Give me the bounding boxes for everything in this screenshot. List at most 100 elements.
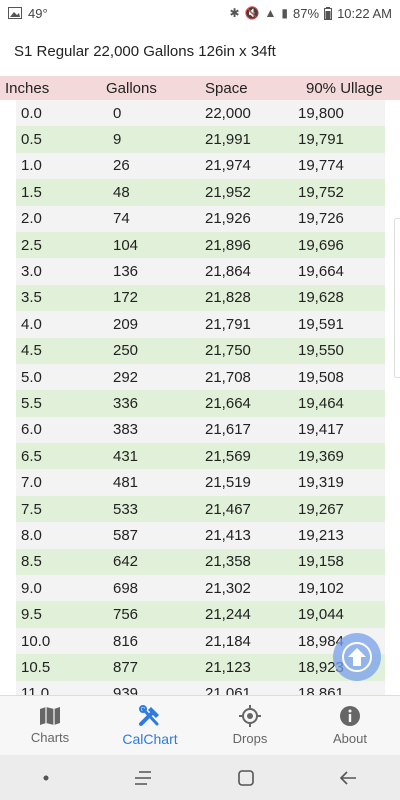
cell-gallons: 104 (113, 236, 139, 254)
bluetooth-icon: ✱ (229, 6, 240, 20)
cell-space: 21,974 (205, 157, 251, 175)
cell-space: 21,896 (205, 236, 251, 254)
dot-icon[interactable] (42, 774, 50, 782)
cell-inches: 2.0 (21, 210, 42, 228)
tab-about-label: About (333, 731, 367, 746)
tab-calchart[interactable]: CalChart (100, 696, 200, 755)
table-row: 3.5 172 21,828 19,628 (16, 284, 385, 312)
home-icon[interactable] (237, 769, 255, 787)
cell-gallons: 9 (113, 131, 122, 149)
cell-inches: 1.0 (21, 157, 42, 175)
page-title-bar: S1 Regular 22,000 Gallons 126in x 34ft (0, 26, 400, 76)
cell-space: 21,413 (205, 526, 251, 544)
cell-gallons: 336 (113, 394, 139, 412)
cell-ullage: 19,102 (298, 579, 344, 597)
cell-ullage: 19,213 (298, 526, 344, 544)
cell-inches: 7.5 (21, 500, 42, 518)
table-row: 9.0 698 21,302 19,102 (16, 575, 385, 602)
cell-space: 21,569 (205, 447, 251, 465)
table-row: 5.0 292 21,708 19,508 (16, 363, 385, 391)
cell-gallons: 250 (113, 342, 139, 360)
calibration-table[interactable]: 0.0 0 22,000 19,800 0.5 9 21,991 19,791 1.0 26 21,… (16, 100, 385, 695)
table-row: 1.5 48 21,952 19,752 (16, 179, 385, 206)
cell-ullage: 19,664 (298, 263, 344, 281)
table-row: 8.0 587 21,413 19,213 (16, 522, 385, 549)
cell-ullage: 19,267 (298, 500, 344, 518)
system-nav-bar (0, 755, 400, 800)
tab-calchart-label: CalChart (122, 730, 178, 747)
cell-gallons: 939 (113, 685, 139, 695)
crosshair-icon (239, 705, 261, 727)
cell-space: 21,467 (205, 500, 251, 518)
cell-gallons: 816 (113, 632, 139, 650)
cell-ullage: 19,774 (298, 157, 344, 175)
cell-inches: 2.5 (21, 236, 42, 254)
cell-gallons: 48 (113, 183, 130, 201)
cell-inches: 9.5 (21, 606, 42, 624)
cell-space: 21,864 (205, 263, 251, 281)
table-row: 7.0 481 21,519 19,319 (16, 469, 385, 496)
cell-gallons: 533 (113, 500, 139, 518)
tab-charts[interactable]: Charts (0, 696, 100, 755)
table-row: 11.0 939 21,061 18,861 (16, 680, 385, 695)
cell-space: 21,302 (205, 579, 251, 597)
table-row: 0.0 0 22,000 19,800 (16, 100, 385, 127)
table-row: 0.5 9 21,991 19,791 (16, 126, 385, 153)
tab-drops[interactable]: Drops (200, 696, 300, 755)
tab-about[interactable]: About (300, 696, 400, 755)
cell-gallons: 877 (113, 658, 139, 676)
cell-ullage: 19,319 (298, 474, 344, 492)
table-row: 3.0 136 21,864 19,664 (16, 258, 385, 285)
cell-space: 21,708 (205, 368, 251, 386)
cell-gallons: 587 (113, 526, 139, 544)
back-icon[interactable] (338, 769, 358, 787)
table-row: 6.5 431 21,569 19,369 (16, 443, 385, 470)
cell-inches: 3.0 (21, 263, 42, 281)
cell-inches: 1.5 (21, 183, 42, 201)
cell-gallons: 136 (113, 263, 139, 281)
tools-icon (139, 704, 159, 726)
table-row: 6.0 383 21,617 19,417 (16, 416, 385, 444)
cell-gallons: 209 (113, 315, 139, 333)
cell-space: 21,123 (205, 658, 251, 676)
table-row: 2.5 104 21,896 19,696 (16, 231, 385, 259)
cell-gallons: 0 (113, 104, 122, 122)
cell-inches: 8.0 (21, 526, 42, 544)
cell-inches: 11.0 (21, 685, 50, 695)
scroll-indicator[interactable] (394, 218, 400, 378)
cell-gallons: 431 (113, 447, 139, 465)
cell-space: 21,244 (205, 606, 251, 624)
cell-space: 21,750 (205, 342, 251, 360)
signal-bars-icon: ▮ (281, 6, 289, 20)
cell-ullage: 19,044 (298, 606, 344, 624)
cell-gallons: 481 (113, 474, 139, 492)
table-header: Inches Gallons Space 90% Ullage (0, 76, 400, 100)
cell-gallons: 172 (113, 289, 139, 307)
cell-ullage: 18,861 (298, 685, 344, 695)
cell-inches: 10.5 (21, 658, 51, 676)
cell-gallons: 756 (113, 606, 139, 624)
cell-inches: 6.0 (21, 421, 42, 439)
cell-space: 21,991 (205, 131, 251, 149)
cell-space: 21,926 (205, 210, 251, 228)
cell-inches: 5.0 (21, 368, 42, 386)
cell-gallons: 383 (113, 421, 139, 439)
cell-inches: 4.5 (21, 342, 42, 360)
cell-inches: 9.0 (21, 579, 42, 597)
cell-space: 21,358 (205, 553, 251, 571)
table-row: 10.5 877 21,123 18,923 (16, 654, 385, 681)
scroll-top-button[interactable] (333, 633, 381, 681)
cell-space: 21,952 (205, 183, 251, 201)
cell-gallons: 698 (113, 579, 139, 597)
table-row: 7.5 533 21,467 19,267 (16, 495, 385, 523)
cell-space: 21,519 (205, 474, 251, 492)
cell-inches: 5.5 (21, 394, 42, 412)
cell-inches: 7.0 (21, 474, 42, 492)
cell-gallons: 642 (113, 553, 139, 571)
cell-ullage: 19,726 (298, 210, 344, 228)
recents-icon[interactable] (133, 769, 153, 787)
cell-inches: 10.0 (21, 632, 51, 650)
cell-ullage: 19,752 (298, 183, 344, 201)
cell-ullage: 19,628 (298, 289, 344, 307)
cell-gallons: 292 (113, 368, 139, 386)
